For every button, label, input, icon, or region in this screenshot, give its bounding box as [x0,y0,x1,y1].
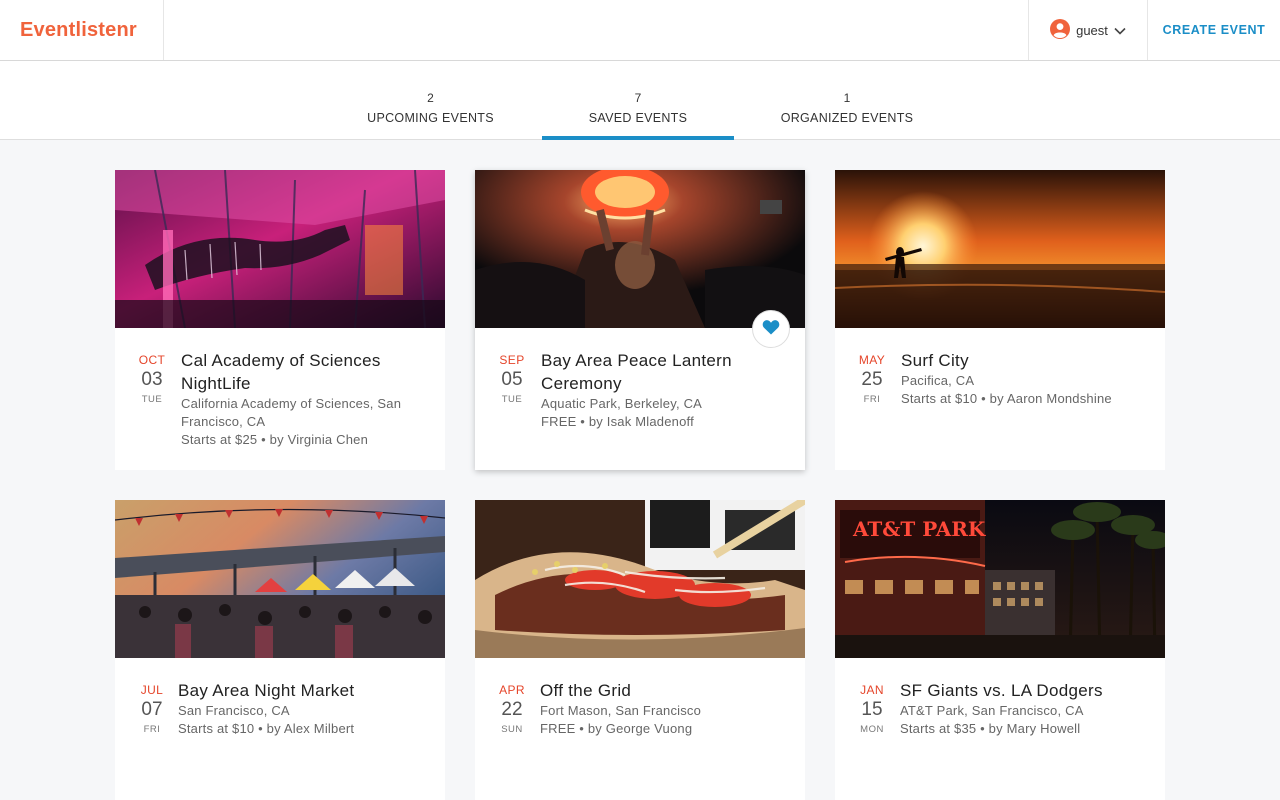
event-location: AT&T Park, San Francisco, CA [900,703,1084,718]
event-card[interactable]: OCT 03 TUE Cal Academy of Sciences Night… [115,170,445,470]
brand-logo[interactable]: Eventlistenr [0,0,164,60]
event-day: 15 [861,699,883,720]
tab-organized-events[interactable]: 1 ORGANIZED EVENTS [775,91,919,139]
event-card[interactable]: APR 22 SUN Off the Grid Fort Mason, San … [475,500,805,800]
event-info: JAN 15 MON SF Giants vs. LA Dodgers AT&T… [835,658,1165,738]
user-name: guest [1076,22,1108,38]
event-location: San Francisco, CA [178,703,290,718]
event-day: 22 [501,699,523,720]
event-month: JAN [860,683,884,697]
event-price-organizer: FREE • by George Vuong [540,721,693,736]
event-image[interactable] [115,500,445,658]
event-weekday: FRI [863,394,881,405]
event-month: MAY [858,353,886,367]
event-location: Aquatic Park, Berkeley, CA [541,396,703,411]
event-info: JUL 07 FRI Bay Area Night Market San Fra… [115,658,445,738]
event-image[interactable] [835,170,1165,328]
event-month: JUL [140,683,164,697]
chevron-down-icon [1114,23,1126,38]
event-info: APR 22 SUN Off the Grid Fort Mason, San … [475,658,805,738]
event-card[interactable]: MAY 25 FRI Surf City Pacifica, CA Starts… [835,170,1165,470]
event-title[interactable]: Off the Grid [540,679,787,702]
tab-count: 7 [634,91,642,105]
tab-label: ORGANIZED EVENTS [780,111,914,125]
event-month: APR [499,683,525,697]
event-location: Fort Mason, San Francisco [540,703,702,718]
event-weekday: SUN [501,724,523,735]
event-day: 03 [141,369,163,390]
event-image[interactable] [475,500,805,658]
event-title[interactable]: Cal Academy of Sciences NightLife [181,349,427,395]
events-tab-bar: 2 UPCOMING EVENTS 7 SAVED EVENTS 1 ORGAN… [0,61,1280,140]
tab-upcoming-events[interactable]: 2 UPCOMING EVENTS [360,91,501,139]
event-info: OCT 03 TUE Cal Academy of Sciences Night… [115,328,445,449]
event-image[interactable] [475,170,805,328]
event-date: APR 22 SUN [493,683,531,735]
event-info: SEP 05 TUE Bay Area Peace Lantern Ceremo… [475,310,805,431]
event-date: JUL 07 FRI [133,683,171,735]
event-title[interactable]: Bay Area Peace Lantern Ceremony [541,349,787,395]
event-date: JAN 15 MON [853,683,891,735]
top-bar: Eventlistenr guest CREATE EVENT [0,0,1280,61]
event-price-organizer: Starts at $10 • by Alex Milbert [178,721,355,736]
event-card[interactable]: AT&T PARK JAN 15 MON SF Giants vs. LA Do… [835,500,1165,800]
event-date: OCT 03 TUE [133,353,171,405]
event-location: California Academy of Sciences, San Fran… [181,396,402,429]
tab-count: 1 [843,91,851,105]
save-heart-button[interactable] [752,310,790,348]
event-weekday: MON [860,724,884,735]
event-card[interactable]: SEP 05 TUE Bay Area Peace Lantern Ceremo… [475,170,805,470]
event-price-organizer: FREE • by Isak Mladenoff [541,414,694,429]
event-weekday: TUE [501,394,523,405]
user-avatar-icon [1050,18,1071,42]
user-menu-button[interactable]: guest [1028,0,1148,60]
event-day: 25 [861,369,883,390]
event-day: 07 [141,699,163,720]
tab-label: UPCOMING EVENTS [367,111,494,125]
event-price-organizer: Starts at $25 • by Virginia Chen [181,432,369,447]
svg-text:AT&T PARK: AT&T PARK [852,517,986,541]
heart-icon [762,319,780,340]
event-month: SEP [499,353,525,367]
event-price-organizer: Starts at $35 • by Mary Howell [900,721,1081,736]
tab-saved-events[interactable]: 7 SAVED EVENTS [542,91,734,140]
event-month: OCT [138,353,166,367]
tab-label: SAVED EVENTS [588,111,688,125]
event-card[interactable]: JUL 07 FRI Bay Area Night Market San Fra… [115,500,445,800]
event-info: MAY 25 FRI Surf City Pacifica, CA Starts… [835,328,1165,408]
event-title[interactable]: Bay Area Night Market [178,679,427,702]
event-date: MAY 25 FRI [853,353,891,405]
event-title[interactable]: Surf City [901,349,1147,372]
tab-count: 2 [427,91,434,105]
event-day: 05 [501,369,523,390]
event-image[interactable] [115,170,445,328]
event-location: Pacifica, CA [901,373,975,388]
event-date: SEP 05 TUE [493,353,531,405]
create-event-button[interactable]: CREATE EVENT [1148,0,1280,60]
event-weekday: TUE [141,394,163,405]
event-weekday: FRI [143,724,161,735]
event-image[interactable]: AT&T PARK [835,500,1165,658]
event-price-organizer: Starts at $10 • by Aaron Mondshine [901,391,1112,406]
event-title[interactable]: SF Giants vs. LA Dodgers [900,679,1147,702]
